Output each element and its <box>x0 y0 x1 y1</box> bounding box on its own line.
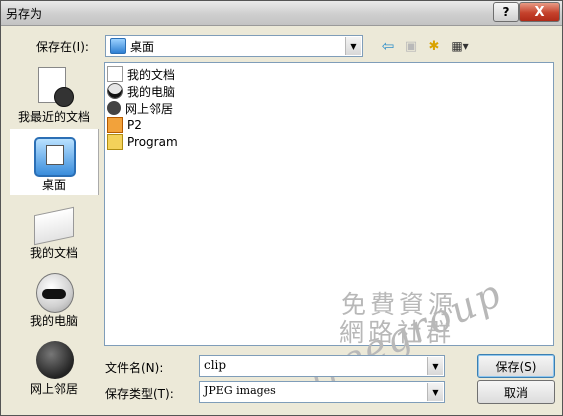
computer-icon <box>107 83 123 99</box>
back-button[interactable]: ⇦ <box>378 36 398 56</box>
place-network[interactable]: 网上邻居 <box>10 333 98 399</box>
help-icon: ? <box>502 5 510 19</box>
place-my-documents[interactable]: 我的文档 <box>10 197 98 263</box>
desktop-icon <box>34 135 76 177</box>
window-title: 另存为 <box>6 7 43 21</box>
filename-field[interactable]: clip ▼ <box>199 355 445 377</box>
place-label: 网上邻居 <box>29 382 78 396</box>
file-name: Program <box>127 135 178 149</box>
desktop-small-icon <box>110 38 126 54</box>
list-item[interactable]: 我的文档 <box>107 66 175 82</box>
my-computer-icon <box>34 271 74 313</box>
up-folder-button[interactable]: ▣ <box>401 36 421 56</box>
file-name: P2 <box>127 118 142 132</box>
place-recent[interactable]: 我最近的文档 <box>10 61 98 127</box>
new-folder-icon: ✱ <box>428 38 440 54</box>
filename-label: 文件名(N): <box>105 361 164 375</box>
p2-shortcut-icon <box>107 117 123 133</box>
location-label: 保存在(I): <box>36 40 89 54</box>
network-globe-icon <box>34 339 74 379</box>
view-icon: ▦▾ <box>451 39 469 53</box>
title-bar: 另存为 ? X <box>1 1 562 26</box>
file-name: 我的电脑 <box>127 84 176 99</box>
file-name: 网上邻居 <box>125 101 174 116</box>
save-as-dialog: 另存为 ? X 保存在(I): 桌面 ▼ ⇦ ▣ ✱ ▦▾ 我最近的文档 桌面 <box>0 0 563 416</box>
view-menu-button[interactable]: ▦▾ <box>447 36 473 56</box>
list-item[interactable]: P2 <box>107 117 142 133</box>
places-bar: 我最近的文档 桌面 我的文档 我的电脑 网上邻居 <box>10 61 99 407</box>
location-combo[interactable]: 桌面 ▼ <box>105 35 363 57</box>
filetype-select[interactable]: JPEG images ▼ <box>199 381 445 403</box>
filename-value: clip <box>204 358 227 372</box>
up-folder-icon: ▣ <box>404 38 418 54</box>
recent-docs-icon <box>34 67 74 107</box>
save-label: 保存(S) <box>495 359 537 374</box>
place-label: 我的电脑 <box>29 314 78 328</box>
place-label: 我最近的文档 <box>17 110 90 124</box>
list-item[interactable]: Program <box>107 134 178 150</box>
place-my-computer[interactable]: 我的电脑 <box>10 265 98 331</box>
place-label: 桌面 <box>41 178 66 192</box>
folder-documents-icon <box>107 66 123 82</box>
save-button[interactable]: 保存(S) <box>477 354 555 378</box>
file-name: 我的文档 <box>127 67 176 82</box>
chevron-down-icon[interactable]: ▼ <box>427 383 443 401</box>
filetype-label: 保存类型(T): <box>105 387 174 401</box>
list-item[interactable]: 网上邻居 <box>107 100 173 116</box>
place-desktop[interactable]: 桌面 <box>10 129 99 195</box>
cancel-button[interactable]: 取消 <box>477 380 555 404</box>
chevron-down-icon[interactable]: ▼ <box>345 37 361 55</box>
close-button[interactable]: X <box>519 2 560 22</box>
network-icon <box>107 101 121 115</box>
program-folder-icon <box>107 134 123 150</box>
close-icon: X <box>534 4 545 20</box>
new-folder-button[interactable]: ✱ <box>424 36 444 56</box>
chevron-down-icon[interactable]: ▼ <box>427 357 443 375</box>
filetype-value: JPEG images <box>204 384 276 397</box>
cancel-label: 取消 <box>503 385 528 400</box>
help-button[interactable]: ? <box>493 2 519 22</box>
back-arrow-icon: ⇦ <box>381 37 395 55</box>
my-documents-icon <box>34 203 74 246</box>
list-item[interactable]: 我的电脑 <box>107 83 175 99</box>
place-label: 我的文档 <box>29 246 78 260</box>
location-value: 桌面 <box>130 40 155 54</box>
